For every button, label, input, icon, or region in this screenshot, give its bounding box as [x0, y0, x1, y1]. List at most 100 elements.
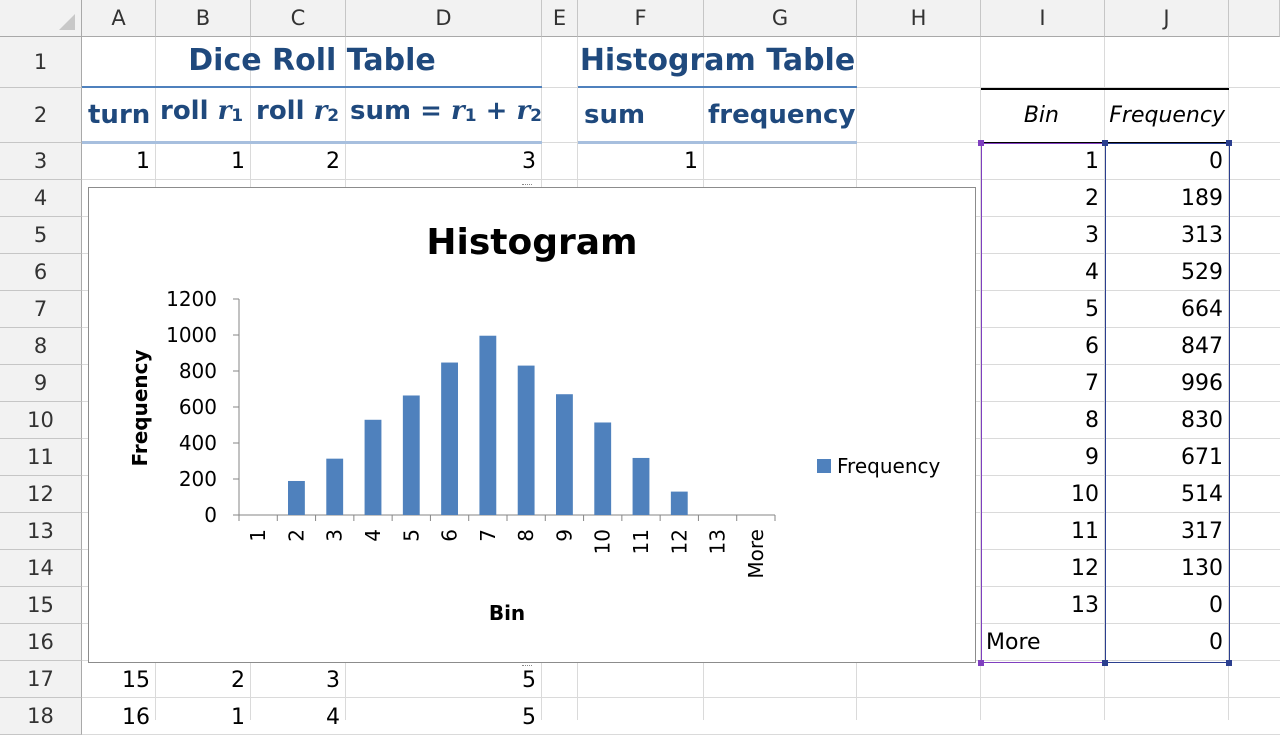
row-header-2[interactable]: 2: [0, 88, 82, 143]
header-roll-1[interactable]: roll r1: [160, 88, 243, 138]
x-tick-label: 11: [629, 529, 653, 554]
cell-c3[interactable]: 2: [251, 144, 346, 180]
x-tick-label: 3: [323, 529, 347, 542]
histogram-bar[interactable]: [594, 422, 612, 515]
row-header-8[interactable]: 8: [0, 328, 82, 365]
row-header-14[interactable]: 14: [0, 550, 82, 587]
header-sum-r2: r: [516, 96, 531, 126]
x-tick-label: 5: [399, 529, 423, 542]
cell-b3[interactable]: 1: [156, 144, 251, 180]
histogram-bar[interactable]: [364, 419, 382, 515]
x-tick-label: 8: [514, 529, 538, 542]
row-header-18[interactable]: 18: [0, 698, 82, 735]
histogram-chart-svg: Histogram Frequency Bin 0 200 400 600 800 100…: [128, 222, 940, 625]
x-tick-label: 12: [667, 529, 691, 554]
row-header-4[interactable]: 4: [0, 180, 82, 217]
header-frequency[interactable]: Frequency: [1105, 90, 1229, 142]
y-tick-label: 400: [179, 431, 217, 455]
row-header-16[interactable]: 16: [0, 624, 82, 661]
histogram-chart[interactable]: Histogram Frequency Bin 0 200 400 600 800 100…: [88, 184, 976, 666]
header-roll-2[interactable]: roll r2: [256, 88, 339, 138]
column-header-d[interactable]: D: [346, 0, 542, 37]
y-tick-label: 200: [179, 467, 217, 491]
header-roll-1-text: roll: [160, 96, 209, 126]
selection-handle[interactable]: [978, 660, 984, 666]
column-header-b[interactable]: B: [156, 0, 251, 37]
chart-y-axis-title[interactable]: Frequency: [128, 349, 152, 466]
histogram-bar[interactable]: [556, 394, 573, 515]
cell-b18[interactable]: 1: [156, 700, 251, 736]
selection-handle[interactable]: [978, 140, 984, 146]
header-roll-2-text: roll: [256, 96, 305, 126]
row-header-5[interactable]: 5: [0, 217, 82, 254]
cell-a17[interactable]: 15: [82, 663, 156, 699]
column-header-i[interactable]: I: [981, 0, 1105, 37]
histogram-bar[interactable]: [402, 395, 420, 515]
cell-c18[interactable]: 4: [251, 700, 346, 736]
y-tick-label: 1200: [166, 287, 217, 311]
histogram-bar[interactable]: [479, 335, 497, 515]
histogram-bar[interactable]: [288, 480, 305, 515]
cell-d18[interactable]: 5: [346, 700, 542, 736]
row-header-17[interactable]: 17: [0, 661, 82, 698]
column-header-a[interactable]: A: [82, 0, 156, 37]
row-header-11[interactable]: 11: [0, 439, 82, 476]
row-header-15[interactable]: 15: [0, 587, 82, 624]
row-header-1[interactable]: 1: [0, 37, 82, 88]
selection-handle[interactable]: [1226, 660, 1232, 666]
chart-resize-handle-bottom[interactable]: [522, 660, 532, 666]
cell-c17[interactable]: 3: [251, 663, 346, 699]
cell-a3[interactable]: 1: [82, 144, 156, 180]
row-header-10[interactable]: 10: [0, 402, 82, 439]
header-roll-1-r: r: [217, 96, 232, 126]
column-header-c[interactable]: C: [251, 0, 346, 37]
header-hist-frequency[interactable]: frequency: [708, 92, 855, 142]
chart-x-axis-title[interactable]: Bin: [489, 601, 525, 625]
selection-handle[interactable]: [1226, 140, 1232, 146]
column-header-f[interactable]: F: [578, 0, 704, 37]
header-roll-2-r: r: [313, 96, 328, 126]
selection-handle[interactable]: [1102, 140, 1108, 146]
x-tick-label: 2: [284, 529, 308, 542]
chart-legend[interactable]: Frequency: [817, 454, 940, 478]
selection-handle[interactable]: [1102, 660, 1108, 666]
row-header-6[interactable]: 6: [0, 254, 82, 291]
column-header-j[interactable]: J: [1105, 0, 1229, 37]
cell-d3[interactable]: 3: [346, 144, 542, 180]
x-tick-label: 9: [552, 529, 576, 542]
dice-table-title[interactable]: Dice Roll Table: [82, 37, 542, 88]
histogram-bar[interactable]: [517, 365, 535, 515]
header-bin[interactable]: Bin: [981, 90, 1105, 142]
header-roll-2-sub: 2: [327, 106, 340, 126]
header-sum-r1: r: [450, 96, 465, 126]
chart-title[interactable]: Histogram: [426, 222, 637, 263]
histogram-bar[interactable]: [326, 458, 344, 515]
row-header-13[interactable]: 13: [0, 513, 82, 550]
cell-d17[interactable]: 5: [346, 663, 542, 699]
cell-a18[interactable]: 16: [82, 700, 156, 736]
header-sum-plus: +: [485, 96, 508, 126]
y-tick-label: 0: [204, 503, 217, 527]
chart-resize-handle-top[interactable]: [522, 184, 532, 190]
header-turn[interactable]: turn: [88, 92, 150, 142]
header-hist-sum[interactable]: sum: [584, 92, 645, 142]
chart-plot-area[interactable]: 0200400600800100012001 2 3 4 5 6 7 8 9 10 11 12 13 Mo…: [166, 287, 776, 579]
row-header-9[interactable]: 9: [0, 365, 82, 402]
row-header-12[interactable]: 12: [0, 476, 82, 513]
histogram-bar[interactable]: [670, 491, 688, 515]
histogram-bar[interactable]: [632, 457, 650, 515]
column-header-g[interactable]: G: [704, 0, 857, 37]
hist-table-title[interactable]: Histogram Table: [578, 37, 857, 88]
row-header-3[interactable]: 3: [0, 143, 82, 180]
header-sum[interactable]: sum = r1 + r2: [350, 88, 542, 138]
cell-b17[interactable]: 2: [156, 663, 251, 699]
legend-entry-frequency: Frequency: [837, 454, 940, 478]
histogram-bar[interactable]: [441, 362, 458, 515]
cell-f3[interactable]: 1: [578, 144, 704, 180]
select-all-corner[interactable]: [0, 0, 82, 37]
column-header-h[interactable]: H: [857, 0, 981, 37]
row-header-7[interactable]: 7: [0, 291, 82, 328]
header-sum-sub2: 2: [530, 106, 542, 126]
column-header-e[interactable]: E: [542, 0, 578, 37]
column-header-blank[interactable]: [1229, 0, 1280, 37]
